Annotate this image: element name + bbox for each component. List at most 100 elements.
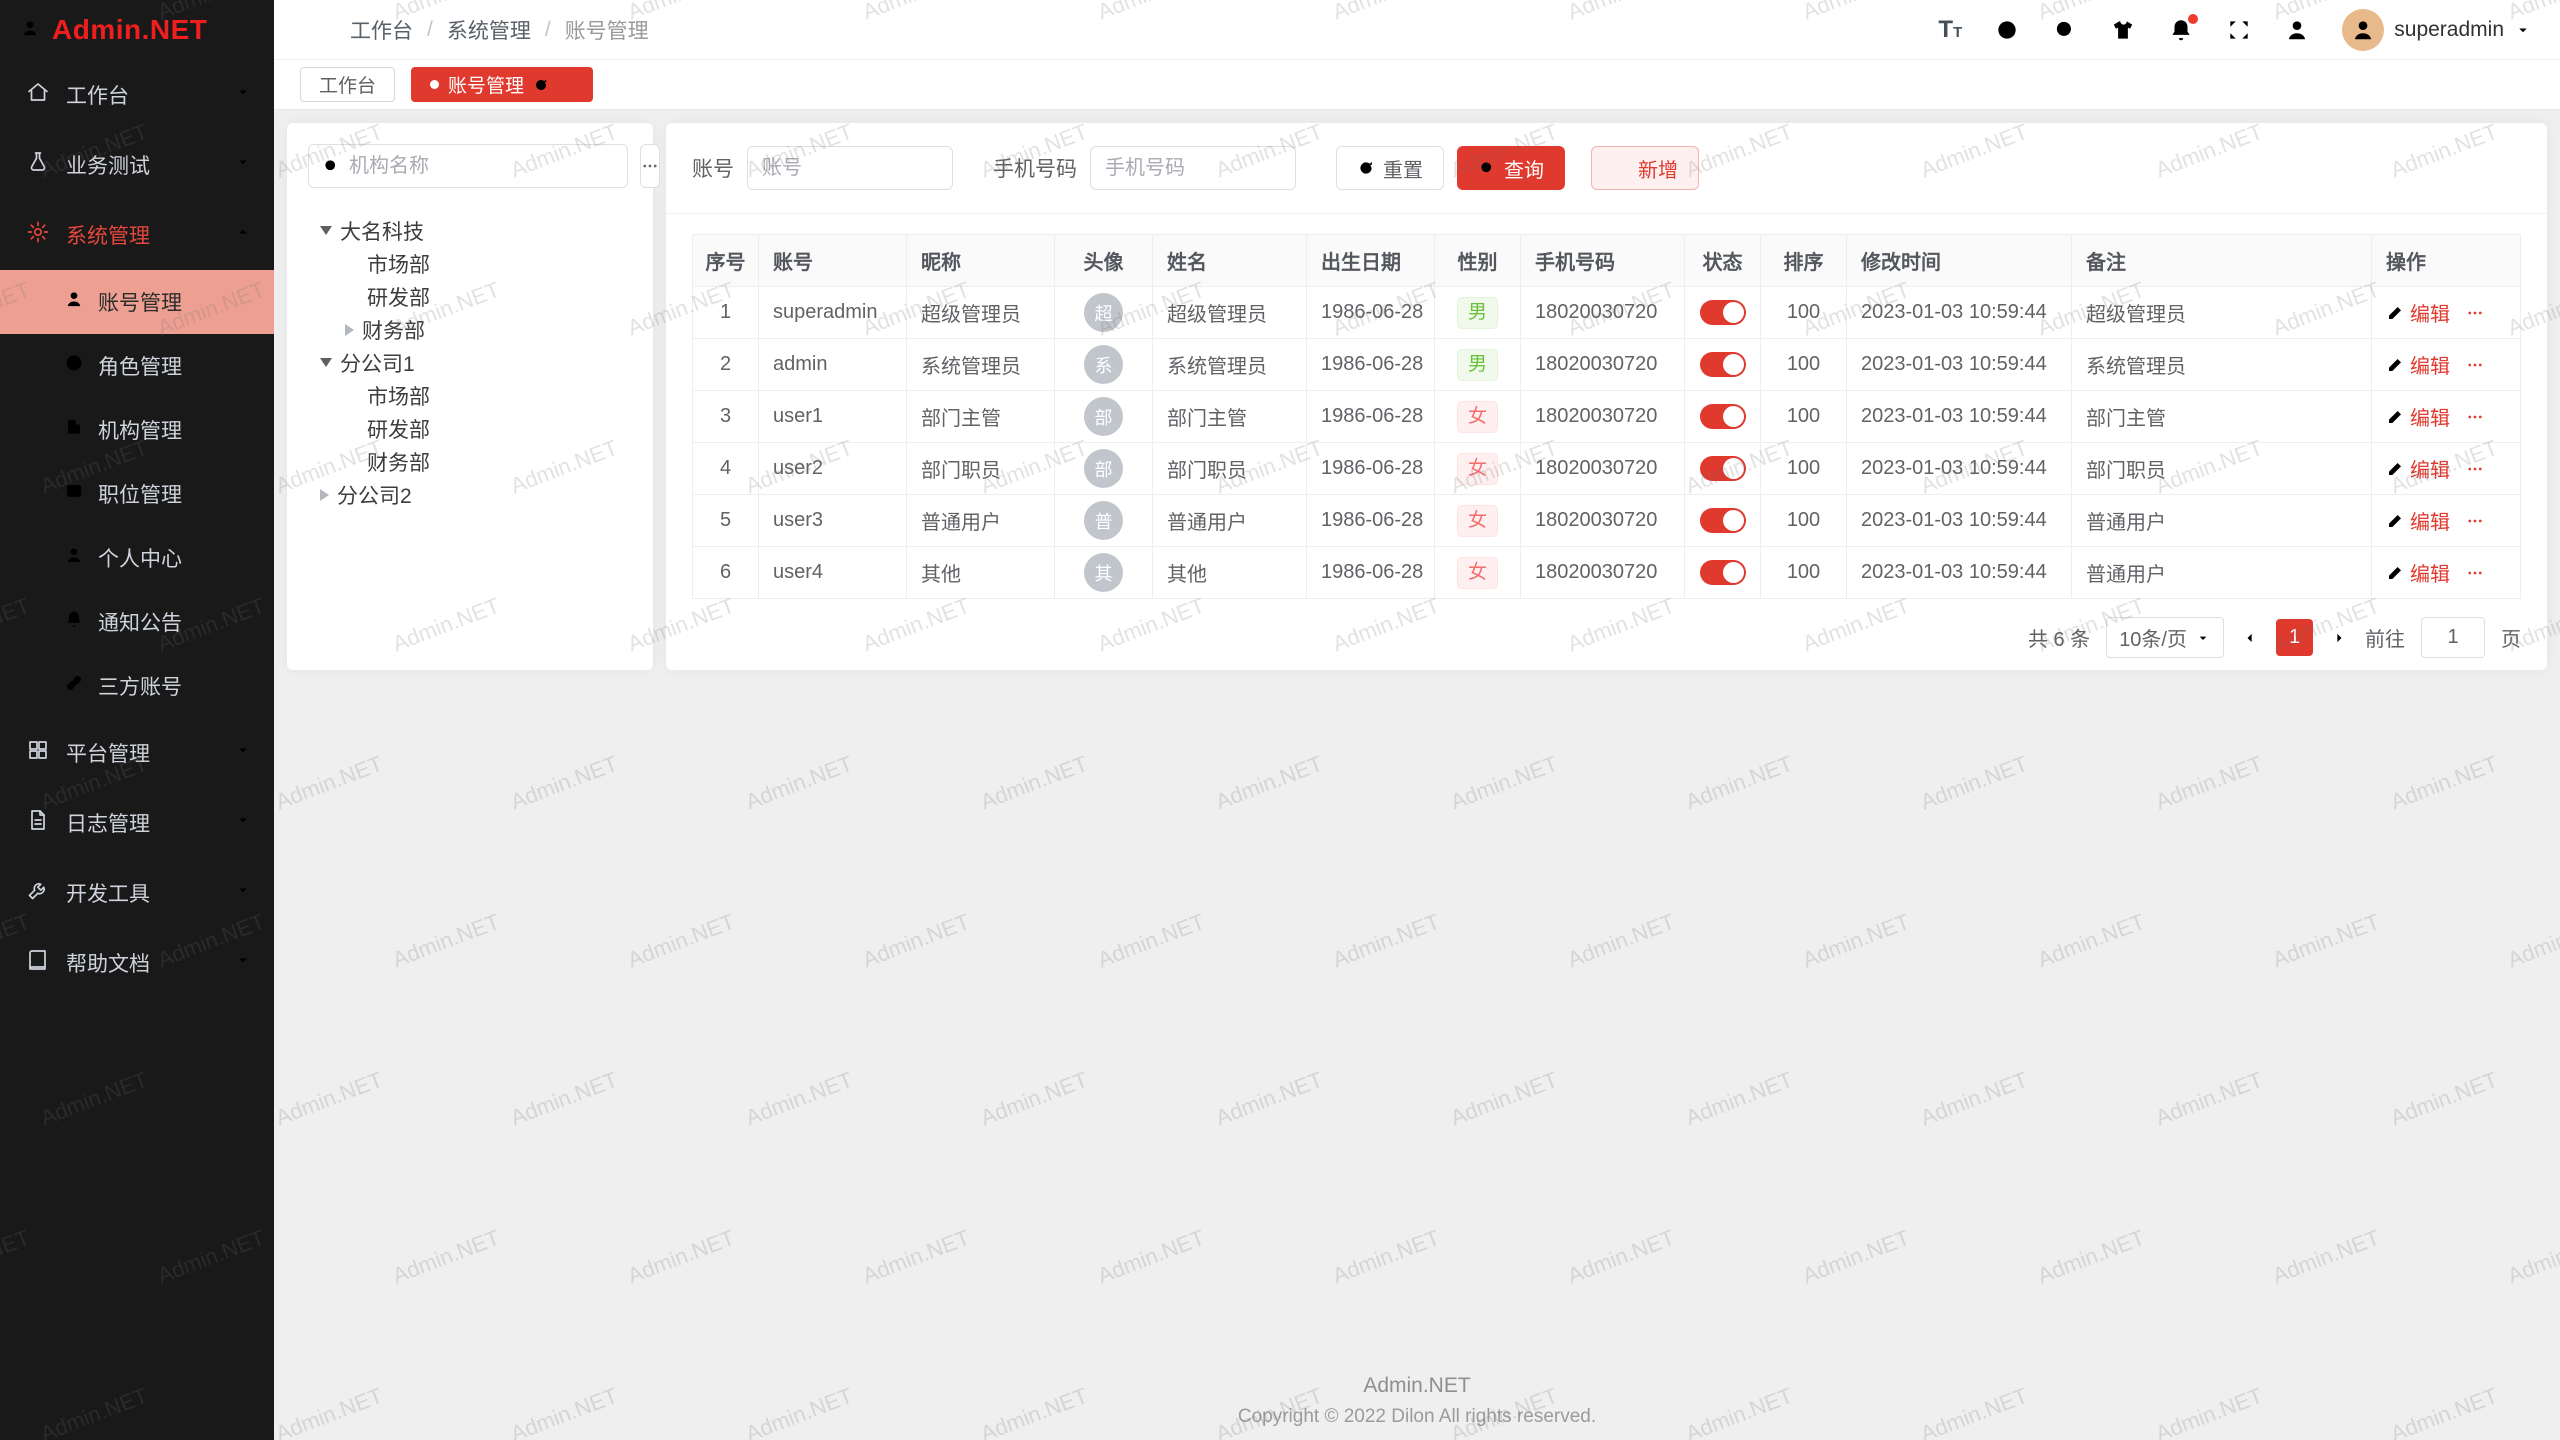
edit-button[interactable]: 编辑 [2386,298,2450,327]
notification-bell-icon[interactable] [2168,17,2194,43]
edit-icon [2386,512,2404,530]
tree-node-market[interactable]: 市场部 [308,247,632,280]
next-page-button[interactable] [2329,628,2349,648]
total-count: 共 6 条 [2028,623,2090,652]
avatar: 部 [1084,449,1123,488]
more-actions-button[interactable] [2466,304,2484,322]
more-actions-button[interactable] [2466,460,2484,478]
status-toggle[interactable] [1700,300,1746,325]
reset-button[interactable]: 重置 [1336,146,1444,190]
username: superadmin [2394,18,2504,42]
user-menu[interactable]: superadmin [2342,9,2532,51]
avatar: 普 [1084,501,1123,540]
tree-node-rd[interactable]: 研发部 [308,280,632,313]
account-input[interactable] [747,146,953,190]
prev-page-button[interactable] [2240,628,2260,648]
cell-name: 部门职员 [1153,443,1307,495]
sidebar-item-log-management[interactable]: 日志管理 [0,788,274,858]
edit-label: 编辑 [2410,454,2450,483]
table-row: 3 user1 部门主管 部 部门主管 1986-06-28 女 1802003… [693,391,2521,443]
edit-button[interactable]: 编辑 [2386,350,2450,379]
edit-button[interactable]: 编辑 [2386,506,2450,535]
sidebar-item-help-docs[interactable]: 帮助文档 [0,928,274,998]
file-icon [26,808,50,838]
close-tab-icon[interactable] [558,77,574,93]
sidebar-item-thirdparty-account[interactable]: 三方账号 [0,654,274,718]
cell-remark: 超级管理员 [2072,287,2372,339]
more-actions-button[interactable] [2466,408,2484,426]
edit-button[interactable]: 编辑 [2386,402,2450,431]
status-toggle[interactable] [1700,456,1746,481]
goto-page-input[interactable] [2421,617,2485,658]
sidebar-item-label: 帮助文档 [66,948,150,978]
tree-more-button[interactable] [640,144,660,188]
breadcrumb-item[interactable]: 系统管理 [447,15,531,45]
badge-icon [64,481,84,507]
edit-button[interactable]: 编辑 [2386,454,2450,483]
theme-icon[interactable] [2110,17,2136,43]
more-actions-button[interactable] [2466,356,2484,374]
page-size-select[interactable]: 10条/页 [2106,617,2224,658]
reset-button-label: 重置 [1383,154,1423,183]
refresh-tab-icon[interactable] [533,77,549,93]
cell-nickname: 普通用户 [907,495,1055,547]
tree-node-rd[interactable]: 研发部 [308,412,632,445]
sidebar-item-dev-tools[interactable]: 开发工具 [0,858,274,928]
tree-node-company[interactable]: 大名科技 [308,214,632,247]
collapse-menu-icon[interactable] [298,16,326,44]
sidebar-item-system-management[interactable]: 系统管理 [0,200,274,270]
more-actions-button[interactable] [2466,564,2484,582]
active-tab-dot-icon [430,80,439,89]
status-toggle[interactable] [1700,560,1746,585]
sidebar-item-label: 个人中心 [98,543,182,573]
search-icon[interactable] [2052,17,2078,43]
breadcrumb-item[interactable]: 工作台 [350,15,413,45]
caret-right-icon[interactable] [320,489,329,501]
gender-tag: 男 [1457,297,1498,329]
sidebar-item-role-management[interactable]: 角色管理 [0,334,274,398]
tab-workbench[interactable]: 工作台 [300,67,395,102]
sidebar-item-notice[interactable]: 通知公告 [0,590,274,654]
status-toggle[interactable] [1700,352,1746,377]
goto-unit: 页 [2501,623,2521,652]
fullscreen-icon[interactable] [2226,17,2252,43]
status-toggle[interactable] [1700,508,1746,533]
chevron-down-icon [234,83,252,107]
gender-tag: 女 [1457,505,1498,537]
topbar-actions: TT superadmin [1938,9,2532,51]
tabs-bar: 工作台 账号管理 [274,60,2560,110]
sidebar-item-platform-management[interactable]: 平台管理 [0,718,274,788]
page-number-1[interactable]: 1 [2276,619,2313,656]
edit-button[interactable]: 编辑 [2386,558,2450,587]
profile-icon[interactable] [2284,17,2310,43]
sidebar-item-account-management[interactable]: 账号管理 [0,270,274,334]
search-button[interactable]: 查询 [1457,146,1565,190]
caret-down-icon[interactable] [320,226,332,235]
sidebar-item-workbench[interactable]: 工作台 [0,60,274,130]
tree-node-label: 分公司1 [340,348,415,378]
cell-remark: 系统管理员 [2072,339,2372,391]
cell-nickname: 部门主管 [907,391,1055,443]
sidebar-item-profile-center[interactable]: 个人中心 [0,526,274,590]
more-actions-button[interactable] [2466,512,2484,530]
tree-node-market[interactable]: 市场部 [308,379,632,412]
cell-name: 其他 [1153,547,1307,599]
avatar: 部 [1084,397,1123,436]
phone-input[interactable] [1090,146,1296,190]
sidebar-item-business-test[interactable]: 业务测试 [0,130,274,200]
sidebar-item-org-management[interactable]: 机构管理 [0,398,274,462]
tab-account-management[interactable]: 账号管理 [411,67,593,102]
sidebar-item-position-management[interactable]: 职位管理 [0,462,274,526]
caret-right-icon[interactable] [345,324,354,336]
sidebar-item-label: 通知公告 [98,607,182,637]
font-size-icon[interactable]: TT [1938,18,1962,42]
caret-down-icon[interactable] [320,358,332,367]
tree-node-finance[interactable]: 财务部 [308,313,632,346]
status-toggle[interactable] [1700,404,1746,429]
org-search-input[interactable] [349,155,614,178]
add-button[interactable]: 新增 [1591,146,1699,190]
tree-node-finance[interactable]: 财务部 [308,445,632,478]
tree-node-branch1[interactable]: 分公司1 [308,346,632,379]
tree-node-branch2[interactable]: 分公司2 [308,478,632,511]
color-scheme-icon[interactable] [1994,17,2020,43]
